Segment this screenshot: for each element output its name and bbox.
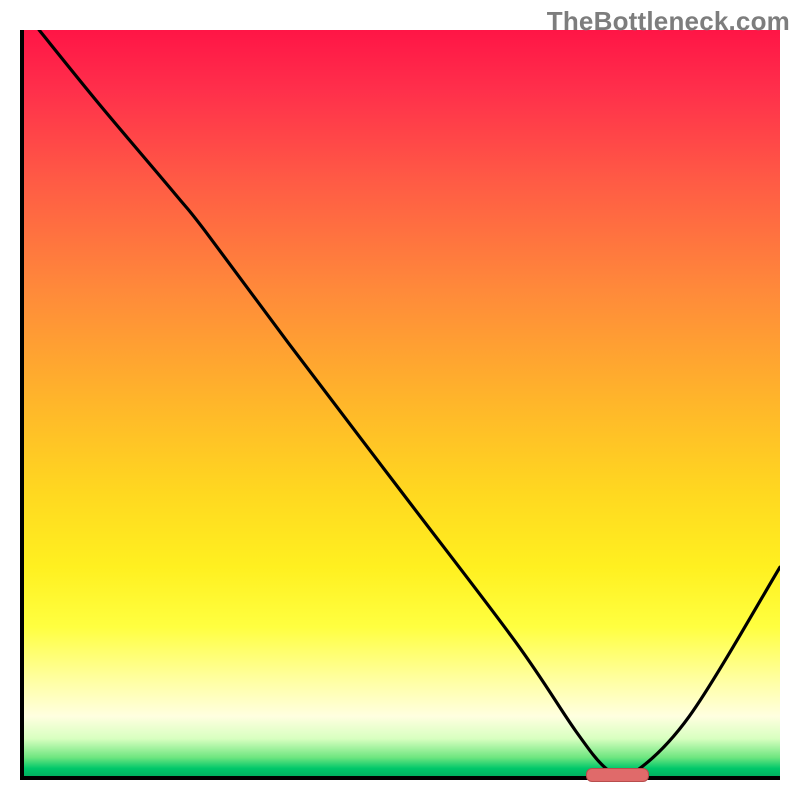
curve-svg: [24, 30, 780, 776]
bottleneck-chart: TheBottleneck.com: [0, 0, 800, 800]
plot-area: [20, 30, 780, 780]
bottleneck-curve-path: [39, 30, 780, 776]
optimal-marker: [586, 768, 649, 782]
watermark: TheBottleneck.com: [547, 6, 790, 37]
